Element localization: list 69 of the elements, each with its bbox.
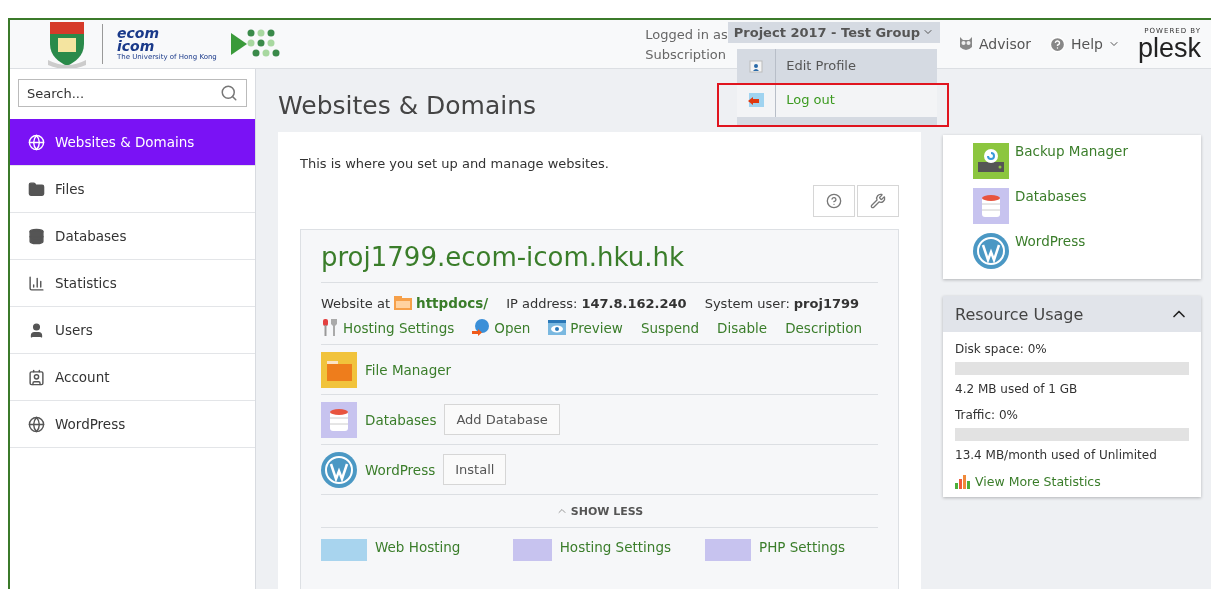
database-icon [321, 401, 357, 438]
profile-icon [749, 58, 764, 73]
advisor-link[interactable]: Advisor [958, 36, 1032, 52]
help-button[interactable] [813, 185, 855, 217]
panel-title: Resource Usage [955, 304, 1084, 324]
quick-link[interactable]: Databases [1015, 188, 1087, 224]
tool-link[interactable]: Databases [365, 411, 437, 428]
view-statistics-link[interactable]: View More Statistics [955, 474, 1189, 489]
help-menu-button[interactable]: Help [1049, 35, 1120, 53]
system-user-label: System user: [704, 295, 790, 311]
show-less-button[interactable]: SHOW LESS [555, 495, 644, 527]
wrench-icon [870, 193, 886, 209]
owl-icon [958, 36, 975, 52]
quick-link[interactable]: WordPress [1015, 233, 1086, 269]
action-link[interactable]: Preview [548, 319, 623, 336]
domain-name: proj1799.ecom-icom.hku.hk [321, 238, 878, 283]
backup-drive-icon [973, 143, 1009, 179]
bar-chart-icon [28, 274, 45, 292]
quick-link[interactable]: Backup Manager [1015, 143, 1128, 179]
usage-detail: 13.4 MB/month used of Unlimited [955, 448, 1158, 462]
sidebar-item[interactable]: Websites & Domains [10, 119, 255, 166]
action-link[interactable]: Suspend [640, 319, 700, 336]
globe-icon [28, 133, 45, 151]
tool-link[interactable]: File Manager [365, 361, 452, 378]
action-link[interactable]: Hosting Settings [321, 319, 455, 336]
action-link[interactable]: Open [472, 319, 531, 336]
tile-icon [513, 539, 552, 561]
folder-icon [394, 296, 413, 310]
bar-chart-icon [955, 474, 971, 489]
tools-icon [321, 319, 339, 336]
tile-link[interactable]: Hosting Settings [559, 539, 671, 555]
path-link[interactable]: httpdocs/ [416, 295, 489, 311]
database-icon [973, 188, 1009, 224]
search-icon [220, 84, 238, 102]
folder-icon [28, 180, 45, 198]
ip-value: 147.8.162.240 [581, 295, 687, 311]
ip-label: IP address: [506, 295, 578, 311]
action-link[interactable]: Description [785, 319, 863, 336]
brand-logo: plesk [1137, 35, 1201, 61]
help-icon [1049, 35, 1067, 53]
database-icon [28, 227, 45, 245]
tile-icon [705, 539, 751, 561]
usage-label: Traffic: 0% [955, 408, 1019, 422]
page-title: Websites & Domains [278, 91, 537, 120]
subscription-label: Subscription [645, 46, 727, 62]
logged-in-label: Logged in as [645, 26, 728, 43]
question-icon [826, 193, 842, 209]
tool-button[interactable]: Install [443, 454, 507, 485]
tile-icon [321, 539, 367, 561]
university-crest-icon [46, 20, 88, 68]
settings-button[interactable] [857, 185, 899, 217]
eye-icon [548, 320, 567, 335]
file-manager-icon [321, 351, 357, 388]
search-field[interactable]: Search... [18, 79, 247, 107]
tool-link[interactable]: WordPress [365, 461, 436, 478]
search-input[interactable]: Search... [27, 85, 220, 101]
account-menu-button[interactable]: Project 2017 - Test Group [727, 21, 941, 43]
usage-label: Disk space: 0% [955, 342, 1048, 356]
website-at-label: Website at [321, 295, 391, 311]
contact-card-icon [28, 368, 45, 386]
intro-text: This is where you set up and manage websites. [300, 156, 610, 171]
logo-wordmark: ecom icom [117, 27, 160, 53]
tool-button[interactable]: Add Database [444, 404, 560, 435]
usage-detail: 4.2 MB used of 1 GB [955, 382, 1079, 396]
tile-link[interactable]: PHP Settings [759, 539, 846, 555]
system-user-value: proj1799 [793, 295, 860, 311]
tile-link[interactable]: Web Hosting [375, 539, 461, 555]
action-link[interactable]: Disable [717, 319, 768, 336]
user-icon [28, 321, 45, 339]
